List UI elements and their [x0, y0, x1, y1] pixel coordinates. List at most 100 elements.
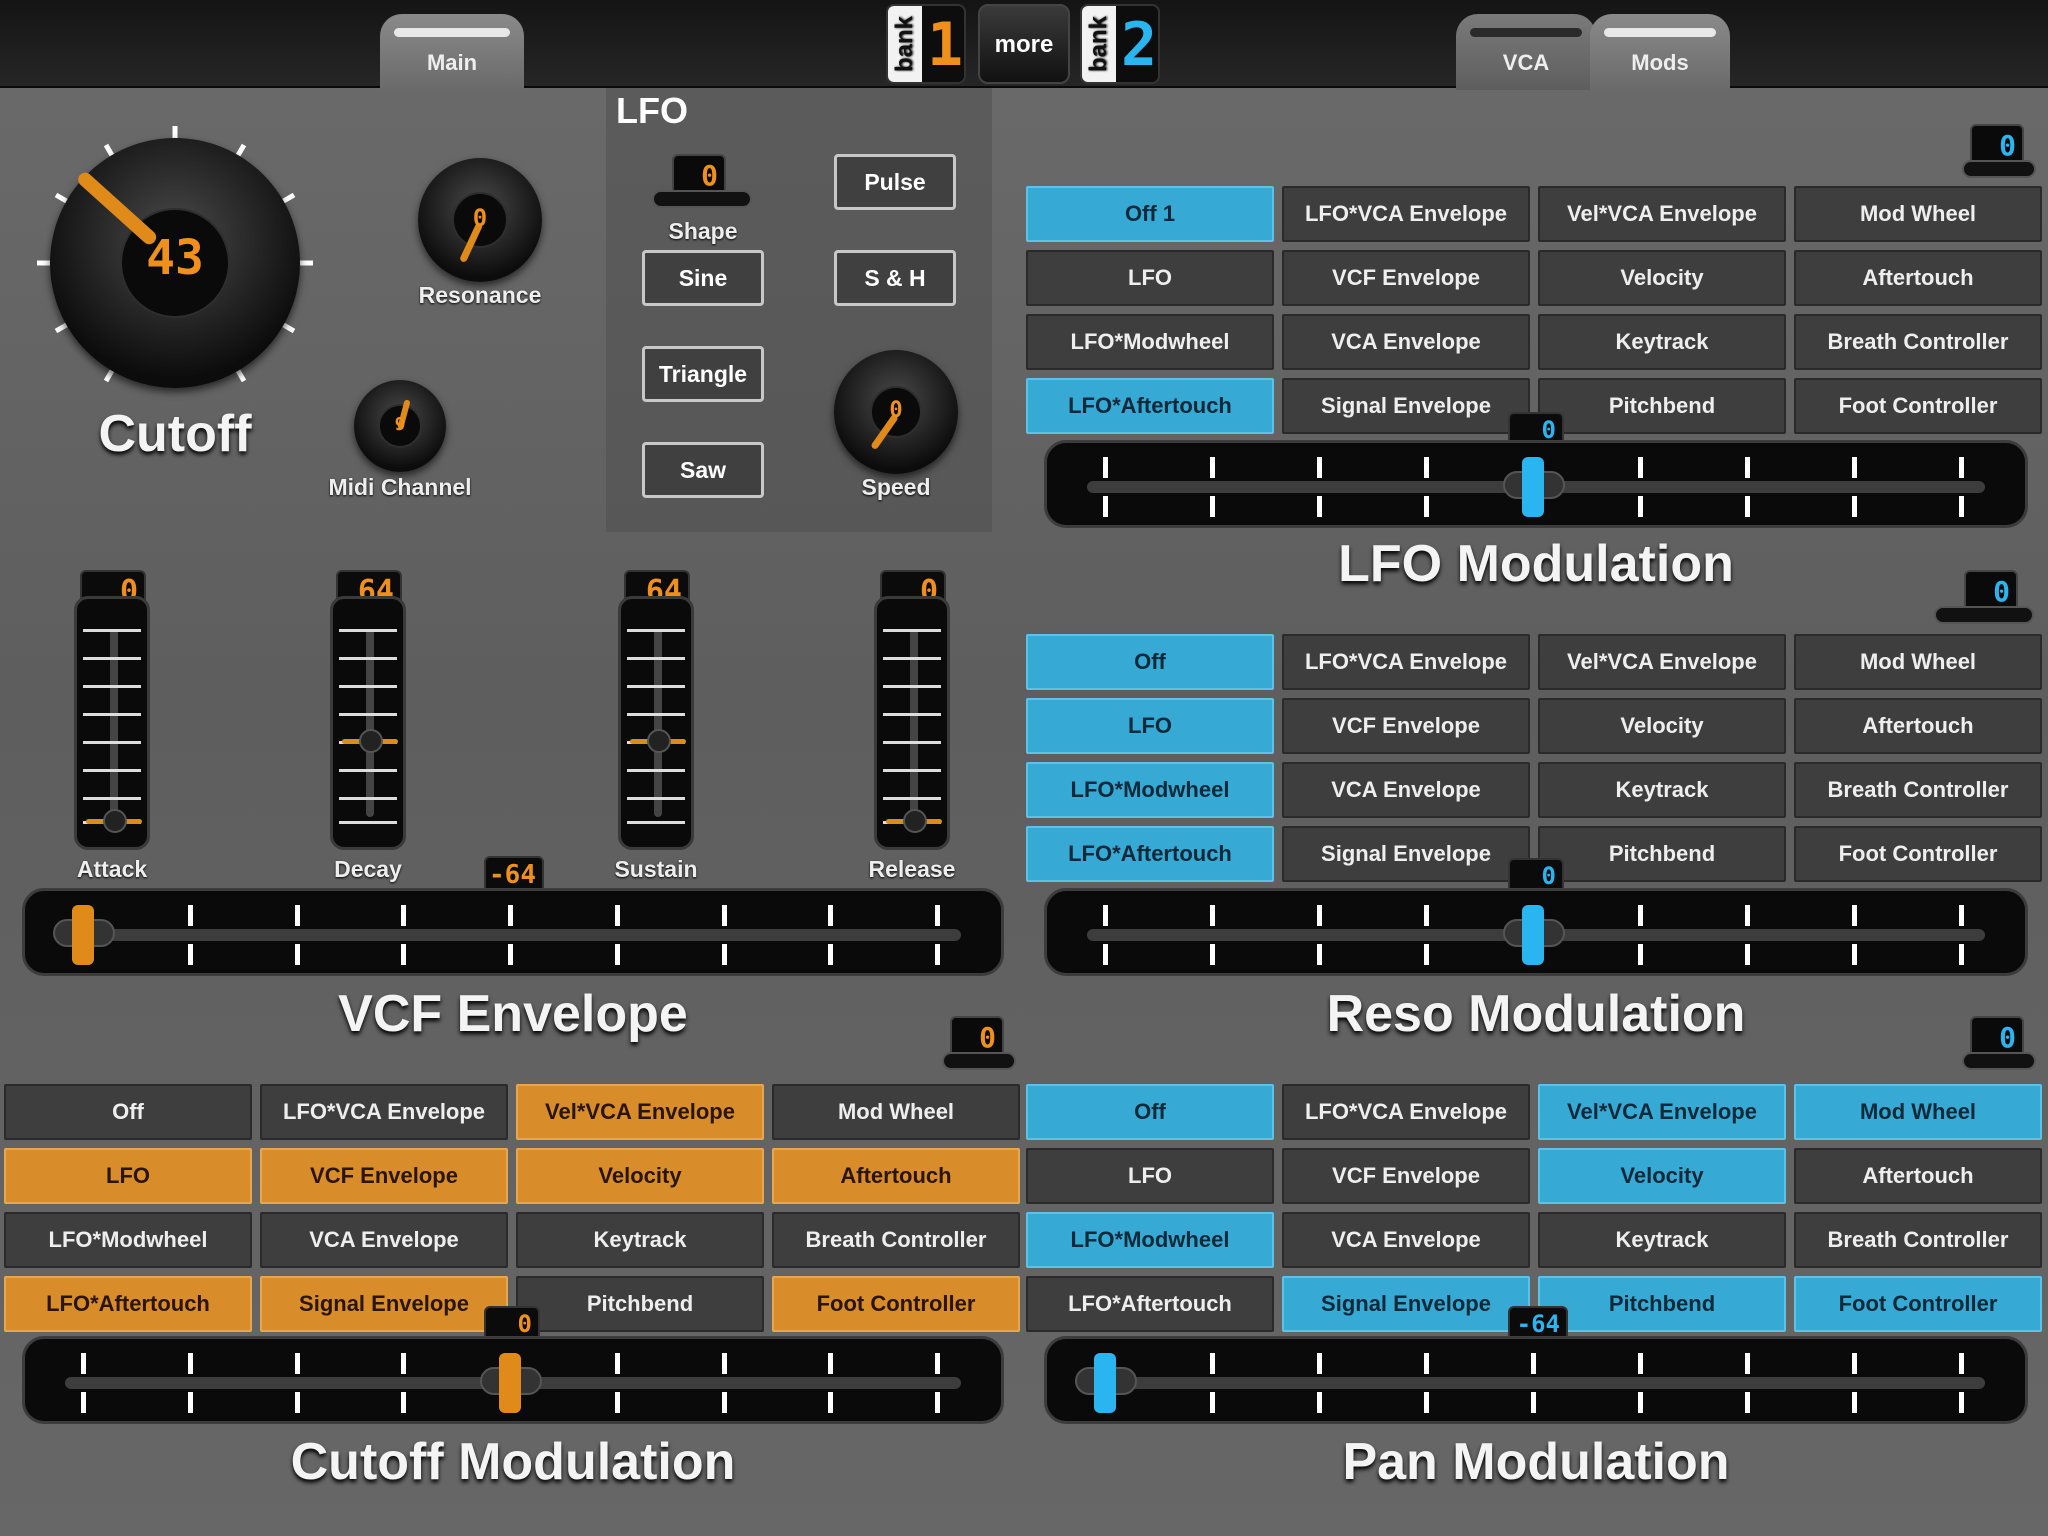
- mod-source-button[interactable]: Mod Wheel: [1794, 1084, 2042, 1140]
- mod-source-button[interactable]: LFO*Modwheel: [1026, 314, 1274, 370]
- more-button[interactable]: more: [978, 4, 1070, 84]
- tab-main[interactable]: Main: [380, 14, 524, 90]
- mod-source-button[interactable]: Velocity: [1538, 250, 1786, 306]
- reso-mod-counter[interactable]: 0: [1934, 570, 2034, 630]
- mod-source-button[interactable]: Keytrack: [1538, 762, 1786, 818]
- slider-handle[interactable]: [499, 1353, 521, 1413]
- mod-source-button[interactable]: LFO*VCA Envelope: [1282, 186, 1530, 242]
- fader-knob[interactable]: [359, 729, 383, 753]
- slider-handle[interactable]: [1094, 1353, 1116, 1413]
- mod-source-button[interactable]: LFO*VCA Envelope: [1282, 634, 1530, 690]
- mod-source-button[interactable]: Signal Envelope: [1282, 1276, 1530, 1332]
- attack-slider[interactable]: [74, 596, 150, 850]
- mod-source-button[interactable]: LFO: [4, 1148, 252, 1204]
- slider-handle[interactable]: [72, 905, 94, 965]
- mod-source-button[interactable]: LFO*Aftertouch: [1026, 826, 1274, 882]
- fader-knob[interactable]: [647, 729, 671, 753]
- mod-source-button[interactable]: VCF Envelope: [1282, 250, 1530, 306]
- mod-source-button[interactable]: VCA Envelope: [1282, 314, 1530, 370]
- bank-1-button[interactable]: bank 1: [886, 4, 966, 84]
- mod-source-button[interactable]: Velocity: [1538, 1148, 1786, 1204]
- mod-source-button[interactable]: Foot Controller: [1794, 826, 2042, 882]
- midi-channel-knob[interactable]: 9: [354, 380, 446, 472]
- mod-source-button[interactable]: Signal Envelope: [260, 1276, 508, 1332]
- mod-source-button[interactable]: Breath Controller: [1794, 762, 2042, 818]
- mod-source-button[interactable]: LFO: [1026, 698, 1274, 754]
- mod-source-button[interactable]: Breath Controller: [772, 1212, 1020, 1268]
- mod-source-button[interactable]: LFO*Aftertouch: [1026, 378, 1274, 434]
- lfo-speed-knob[interactable]: 0: [834, 350, 958, 474]
- mod-source-button[interactable]: Keytrack: [1538, 1212, 1786, 1268]
- mod-source-button[interactable]: Velocity: [516, 1148, 764, 1204]
- mod-source-button[interactable]: Pitchbend: [1538, 1276, 1786, 1332]
- cutoff-mod-amount-slider[interactable]: [22, 1336, 1004, 1424]
- mod-source-button[interactable]: Off: [4, 1084, 252, 1140]
- cutoff-mod-counter[interactable]: 0: [942, 1016, 1016, 1076]
- mod-source-button[interactable]: LFO*Modwheel: [1026, 762, 1274, 818]
- mod-source-button[interactable]: LFO*Aftertouch: [4, 1276, 252, 1332]
- mod-source-button[interactable]: LFO*Aftertouch: [1026, 1276, 1274, 1332]
- fader-knob[interactable]: [103, 809, 127, 833]
- lfo-pulse-button[interactable]: Pulse: [834, 154, 956, 210]
- mod-source-button[interactable]: VCF Envelope: [1282, 1148, 1530, 1204]
- mod-source-button[interactable]: VCF Envelope: [260, 1148, 508, 1204]
- lfo-mod-counter[interactable]: 0: [1962, 124, 2036, 184]
- mod-source-button[interactable]: Signal Envelope: [1282, 378, 1530, 434]
- tab-vca[interactable]: VCA: [1456, 14, 1596, 90]
- mod-source-button[interactable]: Breath Controller: [1794, 1212, 2042, 1268]
- lfo-sh-button[interactable]: S & H: [834, 250, 956, 306]
- decay-slider[interactable]: [330, 596, 406, 850]
- slider-handle[interactable]: [1522, 457, 1544, 517]
- mod-source-button[interactable]: Foot Controller: [1794, 1276, 2042, 1332]
- lfo-triangle-button[interactable]: Triangle: [642, 346, 764, 402]
- pan-mod-amount-slider[interactable]: [1044, 1336, 2028, 1424]
- mod-source-button[interactable]: Velocity: [1538, 698, 1786, 754]
- mod-source-button[interactable]: Vel*VCA Envelope: [1538, 186, 1786, 242]
- mod-source-button[interactable]: Aftertouch: [1794, 1148, 2042, 1204]
- tab-mods[interactable]: Mods: [1590, 14, 1730, 90]
- mod-source-button[interactable]: VCA Envelope: [1282, 762, 1530, 818]
- mod-source-button[interactable]: Keytrack: [1538, 314, 1786, 370]
- cutoff-knob[interactable]: 43: [50, 138, 300, 388]
- mod-source-button[interactable]: Vel*VCA Envelope: [1538, 1084, 1786, 1140]
- mod-source-button[interactable]: Keytrack: [516, 1212, 764, 1268]
- lfo-shape-counter[interactable]: 0: [652, 154, 752, 214]
- mod-source-button[interactable]: Breath Controller: [1794, 314, 2042, 370]
- mod-source-button[interactable]: Signal Envelope: [1282, 826, 1530, 882]
- vcf-envelope-amount-slider[interactable]: [22, 888, 1004, 976]
- reso-mod-amount-slider[interactable]: [1044, 888, 2028, 976]
- lfo-mod-amount-slider[interactable]: [1044, 440, 2028, 528]
- mod-source-button[interactable]: Mod Wheel: [1794, 186, 2042, 242]
- mod-source-button[interactable]: LFO: [1026, 1148, 1274, 1204]
- release-slider[interactable]: [874, 596, 950, 850]
- mod-source-button[interactable]: VCA Envelope: [260, 1212, 508, 1268]
- mod-source-button[interactable]: Off: [1026, 634, 1274, 690]
- mod-source-button[interactable]: Off: [1026, 1084, 1274, 1140]
- sustain-slider[interactable]: [618, 596, 694, 850]
- mod-source-button[interactable]: LFO*Modwheel: [4, 1212, 252, 1268]
- lfo-sine-button[interactable]: Sine: [642, 250, 764, 306]
- lfo-saw-button[interactable]: Saw: [642, 442, 764, 498]
- mod-source-button[interactable]: VCA Envelope: [1282, 1212, 1530, 1268]
- mod-source-button[interactable]: Mod Wheel: [1794, 634, 2042, 690]
- resonance-knob[interactable]: 0: [418, 158, 542, 282]
- pan-mod-counter[interactable]: 0: [1962, 1016, 2036, 1076]
- mod-source-button[interactable]: Pitchbend: [1538, 378, 1786, 434]
- mod-source-button[interactable]: Off 1: [1026, 186, 1274, 242]
- mod-source-button[interactable]: LFO*Modwheel: [1026, 1212, 1274, 1268]
- mod-source-button[interactable]: LFO: [1026, 250, 1274, 306]
- mod-source-button[interactable]: VCF Envelope: [1282, 698, 1530, 754]
- mod-source-button[interactable]: Aftertouch: [772, 1148, 1020, 1204]
- mod-source-button[interactable]: Foot Controller: [772, 1276, 1020, 1332]
- mod-source-button[interactable]: Mod Wheel: [772, 1084, 1020, 1140]
- fader-knob[interactable]: [903, 809, 927, 833]
- mod-source-button[interactable]: Vel*VCA Envelope: [1538, 634, 1786, 690]
- mod-source-button[interactable]: Aftertouch: [1794, 250, 2042, 306]
- mod-source-button[interactable]: Foot Controller: [1794, 378, 2042, 434]
- mod-source-button[interactable]: LFO*VCA Envelope: [260, 1084, 508, 1140]
- mod-source-button[interactable]: Aftertouch: [1794, 698, 2042, 754]
- mod-source-button[interactable]: Pitchbend: [1538, 826, 1786, 882]
- mod-source-button[interactable]: LFO*VCA Envelope: [1282, 1084, 1530, 1140]
- mod-source-button[interactable]: Vel*VCA Envelope: [516, 1084, 764, 1140]
- bank-2-button[interactable]: bank 2: [1080, 4, 1160, 84]
